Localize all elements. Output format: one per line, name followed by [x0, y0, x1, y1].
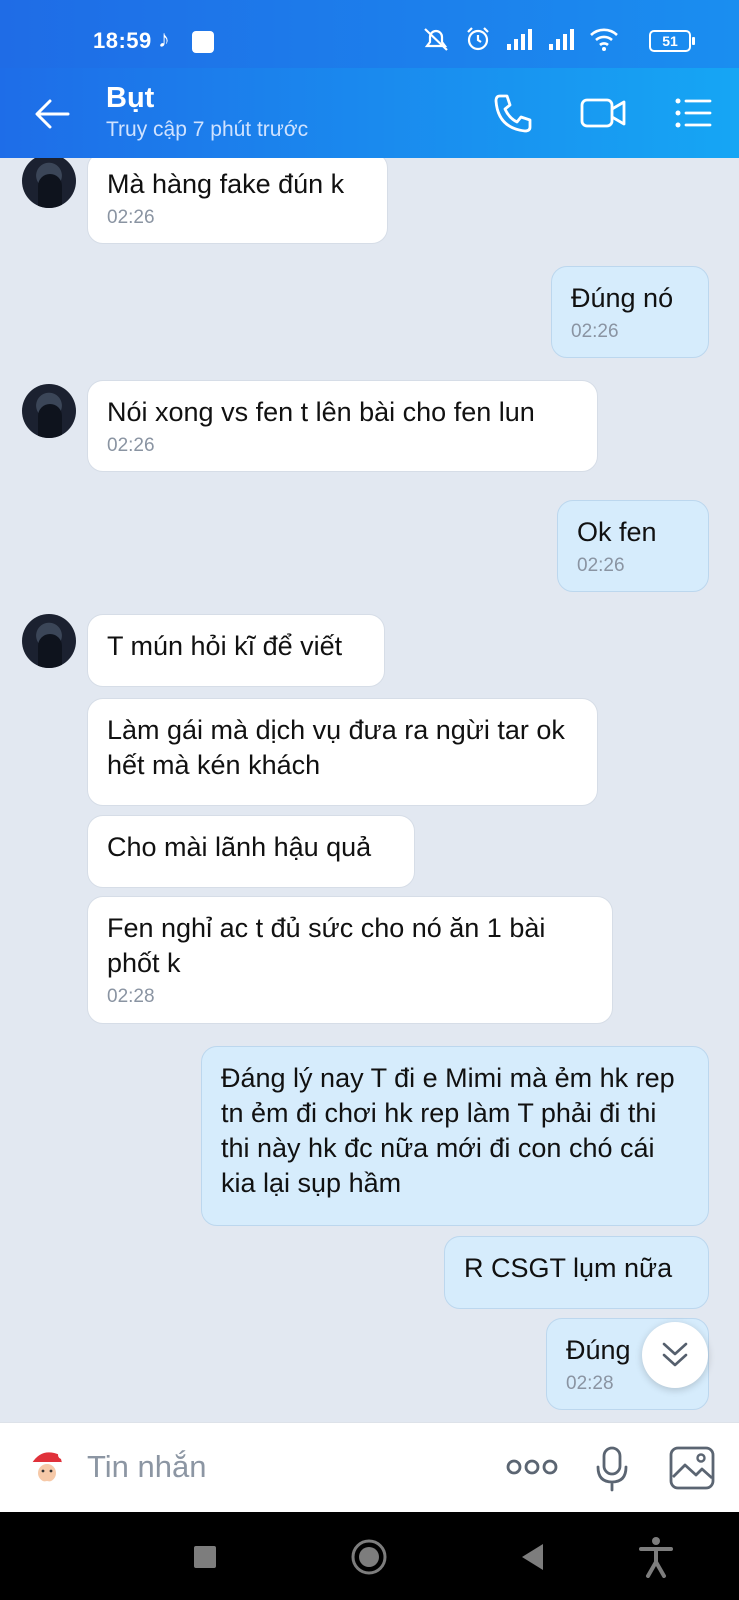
video-camera-icon[interactable] [578, 90, 628, 136]
list-menu-icon[interactable] [670, 90, 716, 136]
message-bubble-outgoing[interactable]: Đáng lý nay T đi e Mimi mà ẻm hk rep tn … [201, 1046, 709, 1226]
status-icons [421, 26, 677, 52]
contact-avatar[interactable] [22, 614, 76, 668]
status-bar: 18:59 ♪ 51 [0, 0, 739, 68]
battery-indicator: 51 [649, 30, 695, 52]
last-seen-status: Truy cập 7 phút trước [106, 118, 309, 141]
back-triangle-icon[interactable] [519, 1542, 545, 1572]
message-bubble-incoming[interactable]: Cho mài lãnh hậu quả [87, 815, 415, 888]
santa-sticker-icon[interactable] [24, 1445, 70, 1491]
message-text: Đáng lý nay T đi e Mimi mà ẻm hk rep tn … [221, 1063, 675, 1198]
message-time: 02:26 [107, 207, 155, 228]
message-bubble-incoming[interactable]: Mà hàng fake đún k 02:26 [87, 158, 388, 244]
accessibility-icon[interactable] [638, 1536, 674, 1578]
message-text: Ok fen [577, 517, 657, 547]
message-text: R CSGT lụm nữa [464, 1253, 673, 1283]
message-bubble-incoming[interactable]: Fen nghỉ ac t đủ sức cho nó ăn 1 bài phố… [87, 896, 613, 1024]
microphone-icon[interactable] [594, 1445, 630, 1493]
message-text: Fen nghỉ ac t đủ sức cho nó ăn 1 bài phố… [107, 913, 546, 978]
message-text: Đúng [566, 1335, 631, 1365]
message-text: Mà hàng fake đún k [107, 169, 345, 199]
image-icon[interactable] [668, 1445, 716, 1491]
message-time: 02:26 [571, 321, 619, 342]
arrow-left-icon[interactable] [32, 94, 72, 134]
status-time: 18:59 [93, 28, 152, 53]
message-bubble-incoming[interactable]: Nói xong vs fen t lên bài cho fen lun 02… [87, 380, 598, 472]
scroll-to-bottom-button[interactable] [642, 1322, 708, 1388]
contact-name[interactable]: Bụt [106, 82, 154, 115]
system-nav-bar [0, 1512, 739, 1600]
mute-icon [424, 28, 448, 51]
contact-avatar[interactable] [22, 158, 76, 208]
wifi-icon [590, 28, 618, 51]
phone-icon[interactable] [490, 90, 536, 136]
message-bubble-incoming[interactable]: Làm gái mà dịch vụ đưa ra ngừi tar ok hế… [87, 698, 598, 806]
message-text: Cho mài lãnh hậu quả [107, 832, 372, 862]
message-input-bar: Tin nhắn [0, 1422, 739, 1512]
message-bubble-incoming[interactable]: T mún hỏi kĩ để viết [87, 614, 385, 687]
chevron-double-down-icon [662, 1342, 688, 1367]
message-bubble-outgoing[interactable]: Đúng nó 02:26 [551, 266, 709, 358]
signal-icon-1 [507, 29, 532, 50]
notification-icon [192, 31, 214, 53]
message-bubble-outgoing[interactable]: Ok fen 02:26 [557, 500, 709, 592]
recents-square-icon[interactable] [193, 1545, 217, 1569]
message-text: Đúng nó [571, 283, 674, 313]
message-text: Làm gái mà dịch vụ đưa ra ngừi tar ok hế… [107, 715, 565, 780]
home-circle-icon[interactable] [350, 1538, 388, 1576]
message-list[interactable]: Mà hàng fake đún k 02:26 Đúng nó 02:26 N… [0, 158, 739, 1422]
contact-avatar[interactable] [22, 384, 76, 438]
message-text: Nói xong vs fen t lên bài cho fen lun [107, 397, 535, 427]
message-input[interactable]: Tin nhắn [87, 1449, 207, 1485]
signal-icon-2 [549, 29, 574, 50]
alarm-icon [467, 27, 489, 51]
message-time: 02:26 [577, 555, 625, 576]
message-time: 02:26 [107, 435, 155, 456]
tiktok-icon: ♪ [158, 26, 170, 53]
message-time: 02:28 [107, 986, 155, 1007]
message-bubble-outgoing[interactable]: R CSGT lụm nữa [444, 1236, 709, 1309]
message-text: T mún hỏi kĩ để viết [107, 631, 343, 661]
chat-header: Bụt Truy cập 7 phút trước [0, 68, 739, 158]
more-dots-icon[interactable] [506, 1457, 558, 1477]
